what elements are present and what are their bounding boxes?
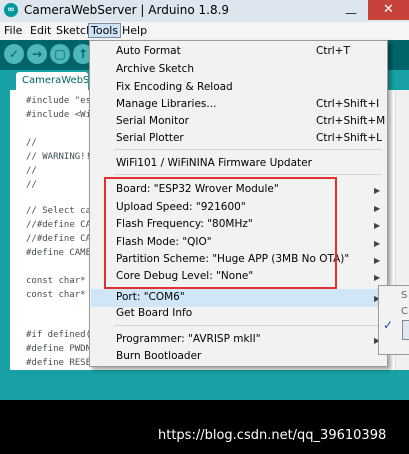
close-button[interactable]: ✕ xyxy=(368,0,409,20)
highlight-box xyxy=(104,177,337,289)
submenu-arrow-icon: ▶ xyxy=(374,186,381,195)
menu-bar: File Edit Sketch Tools Help xyxy=(0,22,409,41)
status-area xyxy=(0,370,409,400)
menu-item-auto-format[interactable]: Auto Format xyxy=(116,45,181,57)
code-line: const char* s xyxy=(26,276,97,286)
code-line: //#define CAM xyxy=(26,220,97,230)
code-line: // WARNING!!! xyxy=(26,152,97,162)
menu-item-port[interactable]: Port: "COM6" xyxy=(116,291,185,303)
submenu-arrow-icon: ▶ xyxy=(374,239,381,248)
menu-help[interactable]: Help xyxy=(122,24,147,37)
menu-separator xyxy=(114,149,382,150)
upload-button[interactable]: → xyxy=(27,44,47,64)
checkmark-icon: ✓ xyxy=(383,318,394,332)
menu-item-burn-bootloader[interactable]: Burn Bootloader xyxy=(116,350,201,362)
menu-separator xyxy=(114,174,382,175)
minimize-button[interactable]: — xyxy=(345,6,357,20)
code-line: #if defined(C xyxy=(26,330,97,340)
menu-tools[interactable]: Tools xyxy=(88,23,122,38)
code-line: // xyxy=(26,180,37,190)
code-line: #define RESET xyxy=(26,358,97,368)
shortcut-serial-monitor: Ctrl+Shift+M xyxy=(316,115,386,127)
code-line: //#define CAM xyxy=(26,234,97,244)
menu-separator xyxy=(114,325,382,326)
code-line: // Select cam xyxy=(26,206,97,216)
new-sketch-button[interactable]: ▢ xyxy=(50,44,70,64)
code-line: const char* p xyxy=(26,290,97,300)
window-title: CameraWebServer | Arduino 1.8.9 xyxy=(24,3,230,17)
menu-item-fix-encoding[interactable]: Fix Encoding & Reload xyxy=(116,81,233,93)
menu-item-manage-libraries[interactable]: Manage Libraries... xyxy=(116,98,216,110)
menu-item-firmware-updater[interactable]: WiFi101 / WiFiNINA Firmware Updater xyxy=(116,157,312,169)
code-line: // xyxy=(26,166,37,176)
menu-edit[interactable]: Edit xyxy=(30,24,51,37)
arduino-logo-icon: ∞ xyxy=(4,3,18,17)
menu-item-serial-plotter[interactable]: Serial Plotter xyxy=(116,132,184,144)
verify-button[interactable]: ✓ xyxy=(4,44,24,64)
shortcut-auto-format: Ctrl+T xyxy=(316,45,350,57)
submenu-arrow-icon: ▶ xyxy=(374,273,381,282)
code-line: // xyxy=(26,138,37,148)
console-output xyxy=(0,400,409,454)
menu-item-archive-sketch[interactable]: Archive Sketch xyxy=(116,63,194,75)
menu-item-programmer[interactable]: Programmer: "AVRISP mkII" xyxy=(116,333,261,345)
code-line: #define CAMER xyxy=(26,248,97,258)
mouse-cursor-icon xyxy=(402,320,409,340)
code-line: #include "esp xyxy=(26,96,97,106)
submenu-arrow-icon: ▶ xyxy=(374,204,381,213)
shortcut-manage-libraries: Ctrl+Shift+I xyxy=(316,98,380,110)
menu-file[interactable]: File xyxy=(4,24,22,37)
submenu-arrow-icon: ▶ xyxy=(374,221,381,230)
code-line: #define PWDN_ xyxy=(26,344,97,354)
submenu-arrow-icon: ▶ xyxy=(374,256,381,265)
tab-camerawebserver[interactable]: CameraWebSe xyxy=(16,72,88,90)
menu-item-serial-monitor[interactable]: Serial Monitor xyxy=(116,115,189,127)
port-submenu-item[interactable]: C xyxy=(401,306,408,317)
port-submenu-item[interactable]: S xyxy=(401,290,407,301)
shortcut-serial-plotter: Ctrl+Shift+L xyxy=(316,132,382,144)
menu-item-get-board-info[interactable]: Get Board Info xyxy=(116,307,192,319)
watermark-text: https://blog.csdn.net/qq_39610398 xyxy=(158,428,387,443)
